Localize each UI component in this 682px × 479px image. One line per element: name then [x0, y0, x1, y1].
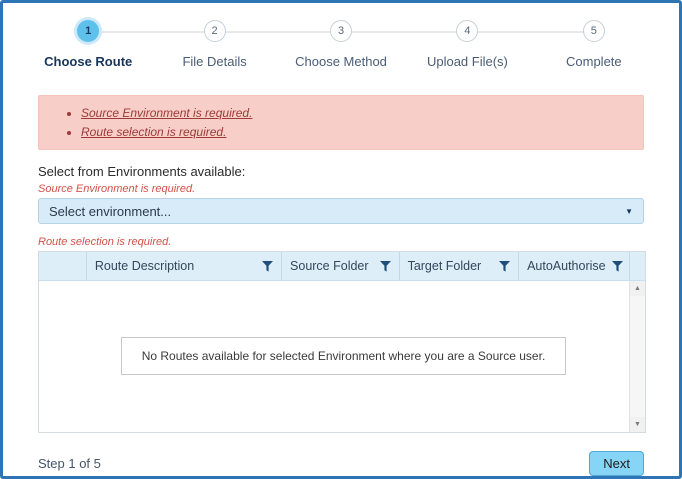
validation-error-list: Source Environment is required. Route se…	[81, 104, 635, 141]
step-label: Complete	[566, 54, 622, 69]
column-header-label: AutoAuthorise	[527, 259, 606, 273]
step-upload-files[interactable]: 4 Upload File(s)	[404, 20, 530, 76]
wizard-stepper: 1 Choose Route 2 File Details 3 Choose M…	[25, 20, 657, 76]
chevron-down-icon: ▼	[625, 207, 633, 216]
environment-validation-message: Source Environment is required.	[38, 183, 644, 195]
column-header-route-description[interactable]: Route Description	[86, 252, 281, 280]
step-4-circle: 4	[456, 20, 478, 42]
column-header-target-folder[interactable]: Target Folder	[399, 252, 519, 280]
filter-icon[interactable]	[612, 261, 623, 272]
routes-table-body: No Routes available for selected Environ…	[39, 280, 645, 432]
step-5-circle: 5	[583, 20, 605, 42]
empty-routes-message: No Routes available for selected Environ…	[121, 337, 566, 375]
step-label: Choose Route	[44, 54, 132, 69]
next-button[interactable]: Next	[589, 451, 644, 476]
validation-error-link[interactable]: Source Environment is required.	[81, 106, 252, 120]
column-header-label: Source Folder	[290, 259, 369, 273]
validation-summary: Source Environment is required. Route se…	[38, 95, 644, 150]
wizard-footer: Step 1 of 5 Next	[38, 451, 644, 476]
step-choose-route[interactable]: 1 Choose Route	[25, 20, 151, 76]
step-complete[interactable]: 5 Complete	[531, 20, 657, 76]
step-2-circle: 2	[204, 20, 226, 42]
step-label: Upload File(s)	[427, 54, 508, 69]
validation-error-item: Route selection is required.	[81, 123, 635, 142]
step-number: 1	[85, 25, 91, 37]
filter-icon[interactable]	[380, 261, 391, 272]
step-label: Choose Method	[295, 54, 387, 69]
scroll-up-icon[interactable]: ▲	[630, 281, 645, 296]
step-number: 4	[464, 25, 470, 37]
route-validation-message: Route selection is required.	[38, 236, 644, 248]
scrollbar-column-header	[629, 252, 645, 280]
step-choose-method[interactable]: 3 Choose Method	[278, 20, 404, 76]
validation-error-item: Source Environment is required.	[81, 104, 635, 123]
validation-error-link[interactable]: Route selection is required.	[81, 125, 226, 139]
column-header-label: Route Description	[95, 259, 194, 273]
step-label: File Details	[182, 54, 246, 69]
step-file-details[interactable]: 2 File Details	[151, 20, 277, 76]
vertical-scrollbar[interactable]: ▲ ▼	[629, 281, 645, 432]
environment-section-label: Select from Environments available:	[38, 164, 644, 179]
step-number: 2	[212, 25, 218, 37]
filter-icon[interactable]	[499, 261, 510, 272]
environment-select-value: Select environment...	[49, 204, 171, 219]
environment-select[interactable]: Select environment... ▼	[38, 198, 644, 224]
routes-table: Route Description Source Folder Target F…	[38, 251, 646, 433]
column-header-source-folder[interactable]: Source Folder	[281, 252, 399, 280]
step-1-circle: 1	[77, 20, 99, 42]
step-number: 5	[591, 25, 597, 37]
select-column-header	[39, 252, 86, 280]
step-number: 3	[338, 25, 344, 37]
upload-wizard-window: 1 Choose Route 2 File Details 3 Choose M…	[0, 0, 682, 479]
filter-icon[interactable]	[262, 261, 273, 272]
scroll-down-icon[interactable]: ▼	[630, 417, 645, 432]
routes-table-header: Route Description Source Folder Target F…	[39, 252, 645, 280]
column-header-autoauthorise[interactable]: AutoAuthorise	[518, 252, 629, 280]
step-indicator: Step 1 of 5	[38, 456, 101, 471]
step-3-circle: 3	[330, 20, 352, 42]
column-header-label: Target Folder	[408, 259, 482, 273]
